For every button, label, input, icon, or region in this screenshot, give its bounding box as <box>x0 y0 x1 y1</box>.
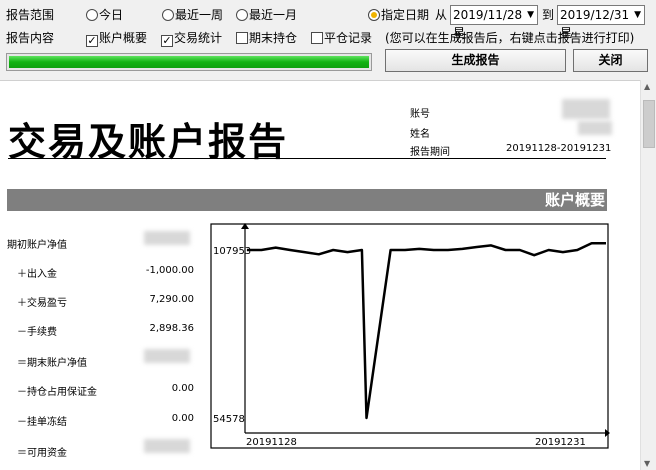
radio-label: 最近一周 <box>175 8 224 22</box>
row-label-closing-equity: ＝期末账户净值 <box>17 358 87 369</box>
range-week-radio[interactable]: 最近一周 <box>162 7 223 23</box>
checkbox-label: 交易统计 <box>174 31 223 45</box>
equity-chart: 107953 54578 20191128 20191231 <box>210 223 610 449</box>
checkbox-close-records[interactable]: 平仓记录 <box>311 30 372 46</box>
row-value-deposit: -1,000.00 <box>145 265 194 276</box>
chart-frame <box>210 223 609 449</box>
row-value-frozen: 0.00 <box>171 413 194 424</box>
range-today-radio[interactable]: 今日 <box>86 7 123 23</box>
period-value: 20191128-20191231 <box>506 143 612 154</box>
row-label-frozen: －挂单冻结 <box>17 417 67 428</box>
checkbox-box: ✓ <box>161 34 173 47</box>
vertical-scrollbar[interactable]: ▲ ▼ <box>640 80 656 470</box>
checkbox-end-positions[interactable]: 期末持仓 <box>236 30 297 46</box>
checkbox-account-summary[interactable]: ✓ 账户概要 <box>86 30 147 47</box>
radio-label: 最近一月 <box>249 8 298 22</box>
radio-circle-selected <box>368 9 380 21</box>
title-divider <box>8 158 606 159</box>
range-month-radio[interactable]: 最近一月 <box>236 7 297 23</box>
row-label-deposit: ＋出入金 <box>17 269 57 280</box>
redacted-available <box>144 439 190 453</box>
y-tick-min: 54578 <box>213 414 245 425</box>
dropdown-arrow-icon: ▼ <box>527 10 534 20</box>
row-value-margin: 0.00 <box>171 383 194 394</box>
checkbox-trade-stats[interactable]: ✓ 交易统计 <box>161 30 222 47</box>
range-custom-radio[interactable]: 指定日期 <box>368 7 429 23</box>
name-label: 姓名 <box>410 129 430 140</box>
x-tick-start: 20191128 <box>246 437 297 448</box>
checkbox-label: 账户概要 <box>99 31 148 45</box>
print-hint: (您可以在生成报告后，右键点击报告进行打印) <box>385 31 635 45</box>
redacted-closing-equity <box>144 349 190 363</box>
redacted-name <box>578 121 612 135</box>
dropdown-arrow-icon: ▼ <box>634 10 641 20</box>
checkbox-box <box>311 32 323 44</box>
content-label: 报告内容 <box>6 31 55 45</box>
redacted-opening-equity <box>144 231 190 245</box>
checkbox-box: ✓ <box>86 34 98 47</box>
range-label: 报告范围 <box>6 8 55 22</box>
checkbox-box <box>236 32 248 44</box>
row-label-fees: －手续费 <box>17 327 57 338</box>
date-from-picker[interactable]: 2019/11/28 星 ▼ <box>450 5 538 40</box>
scroll-up-icon[interactable]: ▲ <box>644 82 650 91</box>
x-tick-end: 20191231 <box>535 437 586 448</box>
y-tick-max: 107953 <box>213 246 251 257</box>
date-to-picker[interactable]: 2019/12/31 星 ▼ <box>557 5 645 40</box>
scroll-thumb[interactable] <box>643 100 655 148</box>
progress-fill <box>9 56 369 68</box>
checkbox-label: 平仓记录 <box>324 31 373 45</box>
generate-report-button[interactable]: 生成报告 <box>385 49 566 72</box>
section-account-summary: 账户概要 <box>7 189 607 211</box>
to-label: 到 <box>542 8 555 22</box>
row-label-opening-equity: 期初账户净值 <box>7 240 67 251</box>
report-view[interactable]: 交易及账户报告 账号 姓名 报告期间 20191128-20191231 账户概… <box>0 80 640 470</box>
radio-label: 指定日期 <box>381 8 430 22</box>
radio-label: 今日 <box>99 8 124 22</box>
from-label: 从 <box>435 8 448 22</box>
row-label-margin: －持仓占用保证金 <box>17 387 97 398</box>
checkbox-label: 期末持仓 <box>249 31 298 45</box>
scroll-down-icon[interactable]: ▼ <box>644 459 650 468</box>
progress-bar <box>6 53 372 71</box>
row-label-trade-pnl: ＋交易盈亏 <box>17 298 67 309</box>
radio-circle <box>86 9 98 21</box>
account-label: 账号 <box>410 109 430 120</box>
radio-circle <box>162 9 174 21</box>
period-label: 报告期间 <box>410 147 450 158</box>
row-label-available: ＝可用资金 <box>17 448 67 459</box>
redacted-account <box>562 99 610 119</box>
radio-circle <box>236 9 248 21</box>
row-value-fees: 2,898.36 <box>149 323 194 334</box>
close-button[interactable]: 关闭 <box>573 49 648 72</box>
row-value-trade-pnl: 7,290.00 <box>149 294 194 305</box>
